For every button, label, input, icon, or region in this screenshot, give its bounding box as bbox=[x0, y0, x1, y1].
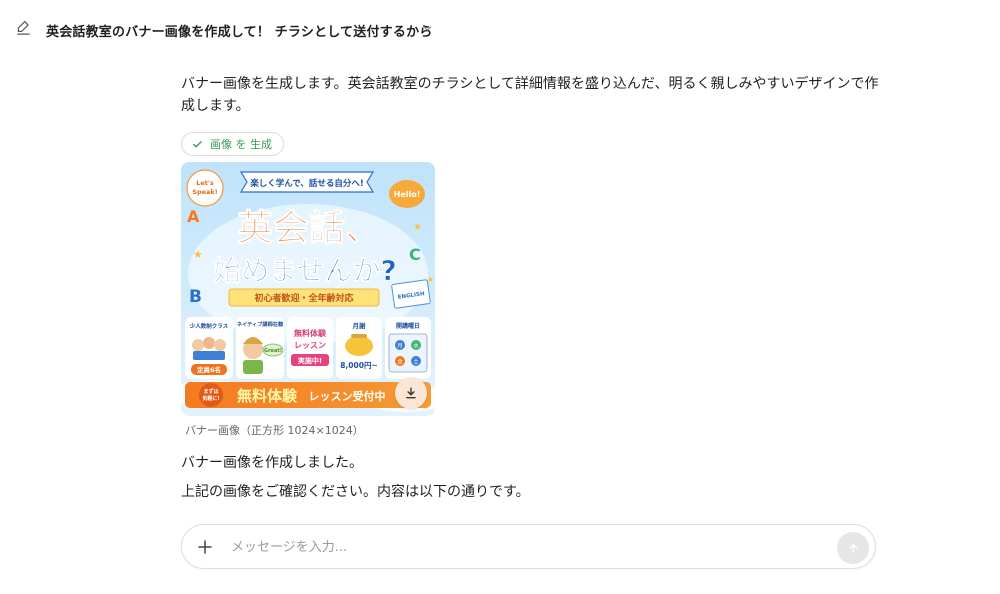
bubble-left-text: Let's bbox=[196, 179, 214, 187]
svg-text:レッスン: レッスン bbox=[294, 341, 326, 350]
chevron-down-icon[interactable] bbox=[421, 22, 434, 35]
svg-text:気軽に!: 気軽に! bbox=[202, 395, 219, 402]
feature-card-3: 無料体験 レッスン 実施中! bbox=[287, 317, 333, 379]
assistant-message: 上記の画像をご確認ください。内容は以下の通りです。 bbox=[181, 484, 530, 500]
svg-text:水: 水 bbox=[413, 342, 419, 350]
svg-text:月謝: 月謝 bbox=[352, 321, 367, 330]
image-caption: バナー画像（正方形 1024×1024） bbox=[185, 424, 364, 437]
tool-pill-label: 画像 を 生成 bbox=[210, 138, 272, 151]
cta-big-text: 無料体験 bbox=[237, 387, 298, 405]
banner-artwork: ★ ★ ★ 楽しく学んで、話せる自分へ! Let's Speak! Hello!… bbox=[181, 162, 435, 416]
svg-text:月: 月 bbox=[397, 343, 403, 350]
svg-text:金: 金 bbox=[397, 358, 403, 366]
feature-card-5: 開講曜日 月 水 金 土 bbox=[385, 317, 431, 379]
image-generation-tool-pill[interactable]: 画像 を 生成 bbox=[181, 132, 284, 156]
message-input[interactable] bbox=[231, 535, 821, 559]
svg-text:8,000円~: 8,000円~ bbox=[340, 361, 378, 370]
feature-card-4: 月謝 8,000円~ bbox=[336, 317, 382, 379]
download-image-button[interactable] bbox=[395, 377, 427, 409]
plus-icon[interactable] bbox=[196, 538, 214, 556]
svg-text:Great!: Great! bbox=[264, 348, 282, 354]
banner-headline-1: 英会話、 bbox=[237, 208, 381, 249]
arrow-up-icon bbox=[849, 543, 857, 553]
feature-card-2: ネイティブ講師在籍 Great! bbox=[236, 317, 284, 379]
conversation-header: 英会話教室のバナー画像を作成して！ チラシとして送付するから bbox=[0, 0, 1000, 58]
letter-a: A bbox=[187, 207, 200, 226]
letter-b: B bbox=[189, 287, 202, 307]
cta-rest-text: レッスン受付中 bbox=[309, 389, 386, 403]
letter-c: C bbox=[409, 245, 421, 264]
svg-text:土: 土 bbox=[413, 358, 419, 366]
banner-headline-2: 始めませんか? bbox=[213, 254, 396, 287]
svg-text:無料体験: 無料体験 bbox=[294, 328, 327, 338]
svg-text:ネイティブ講師在籍: ネイティブ講師在籍 bbox=[237, 320, 283, 328]
download-icon bbox=[406, 387, 416, 399]
banner-top-ribbon-text: 楽しく学んで、話せる自分へ! bbox=[249, 178, 364, 189]
svg-text:少人数制クラス: 少人数制クラス bbox=[189, 322, 229, 330]
message-composer bbox=[181, 524, 876, 569]
generated-banner-image[interactable]: ★ ★ ★ 楽しく学んで、話せる自分へ! Let's Speak! Hello!… bbox=[181, 162, 435, 416]
svg-text:開講曜日: 開講曜日 bbox=[396, 322, 420, 330]
conversation-title[interactable]: 英会話教室のバナー画像を作成して！ チラシとして送付するから bbox=[46, 21, 433, 40]
cta-small-text: まずは bbox=[203, 388, 218, 395]
svg-text:Speak!: Speak! bbox=[192, 188, 217, 196]
assistant-message: バナー画像を作成しました。 bbox=[181, 455, 363, 471]
star-icon: ★ bbox=[413, 222, 422, 233]
star-icon: ★ bbox=[193, 248, 203, 261]
edit-icon[interactable] bbox=[15, 20, 32, 37]
send-button[interactable] bbox=[837, 532, 869, 564]
svg-text:実施中!: 実施中! bbox=[298, 356, 322, 365]
bubble-right-text: Hello! bbox=[394, 190, 421, 199]
assistant-message: バナー画像を生成します。英会話教室のチラシとして詳細情報を盛り込んだ、明るく親し… bbox=[181, 76, 879, 114]
feature-card-1: 少人数制クラス 定員6名 bbox=[185, 317, 233, 379]
banner-subline: 初心者歓迎・全年齢対応 bbox=[254, 292, 353, 304]
check-icon bbox=[193, 140, 202, 147]
svg-text:定員6名: 定員6名 bbox=[196, 365, 221, 374]
